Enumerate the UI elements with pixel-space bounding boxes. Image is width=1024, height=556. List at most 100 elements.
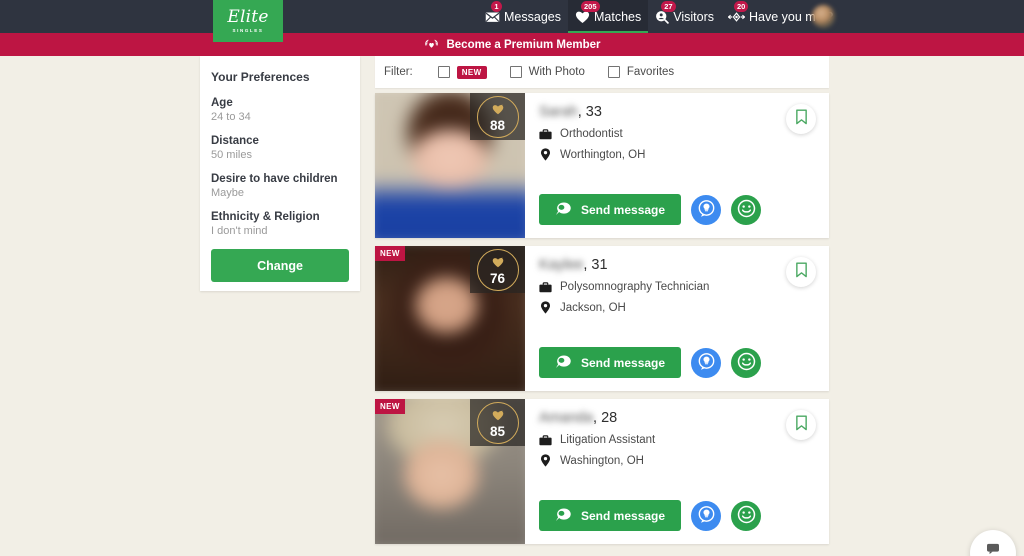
match-score-value: 88 <box>489 117 506 133</box>
briefcase-icon <box>539 128 552 140</box>
lightbulb-bubble-icon <box>697 505 716 527</box>
nav-item-visitors[interactable]: 27 Visitors <box>648 0 721 33</box>
profile-photo[interactable]: NEW 76 <box>375 246 525 391</box>
profile-name: Amanda <box>539 410 594 426</box>
send-message-button[interactable]: Send message <box>539 500 682 531</box>
profile-age-value: 33 <box>585 104 602 120</box>
icebreaker-button[interactable] <box>691 194 722 225</box>
chat-widget-button[interactable] <box>970 530 1016 556</box>
smiley-icon <box>737 352 756 374</box>
profile-location: Jackson, OH <box>560 301 626 314</box>
send-message-label: Send message <box>581 355 666 370</box>
card-actions: Send message <box>539 347 762 378</box>
chat-icon <box>986 542 1000 556</box>
main-navigation: 1 Messages 205 Matches 27 Visitors 20 Ha… <box>478 0 840 33</box>
site-logo[interactable]: Elite SINGLES <box>213 0 283 42</box>
profile-name-row: Sarah , 33 <box>539 104 815 120</box>
location-pin-icon <box>539 148 552 161</box>
profile-name-row: Amanda , 28 <box>539 410 815 426</box>
logo-wordmark: Elite <box>227 7 269 27</box>
matches-badge: 205 <box>580 1 600 12</box>
send-message-button[interactable]: Send message <box>539 347 682 378</box>
card-actions: Send message <box>539 194 762 225</box>
match-score-badge: 88 <box>470 93 525 140</box>
checkbox-favorites[interactable] <box>607 66 620 78</box>
nav-item-matches[interactable]: 205 Matches <box>567 0 649 33</box>
profile-photo[interactable]: NEW 85 <box>375 399 525 544</box>
preference-distance: Distance 50 miles <box>211 135 349 161</box>
bookmark-button[interactable] <box>786 257 816 287</box>
profile-job-row: Polysomnography Technician <box>539 281 815 293</box>
change-preferences-button[interactable]: Change <box>211 249 349 282</box>
match-card[interactable]: NEW 76 Kaylee , 31 Polysomnography Techn… <box>375 246 829 391</box>
nav-item-messages[interactable]: 1 Messages <box>478 0 568 33</box>
bookmark-icon <box>795 262 808 283</box>
profile-info: Sarah , 33 Orthodontist Worthington, OH … <box>525 93 829 238</box>
smile-button[interactable] <box>731 194 762 225</box>
preference-label: Distance <box>211 135 259 147</box>
nav-label-matches: Matches <box>593 9 642 24</box>
send-message-button[interactable]: Send message <box>539 194 682 225</box>
filter-bar: Filter: NEW With Photo Favorites <box>375 56 829 88</box>
profile-age: , 33 <box>577 104 602 120</box>
smile-button[interactable] <box>731 500 762 531</box>
profile-photo[interactable]: 88 <box>375 93 525 238</box>
briefcase-icon <box>539 281 552 293</box>
smiley-icon <box>737 505 756 527</box>
page-body: Your Preferences Age 24 to 34 Distance 5… <box>0 56 1024 556</box>
match-card[interactable]: NEW 85 Amanda , 28 Litigation Assistant … <box>375 399 829 544</box>
speech-bubble-icon <box>555 507 572 525</box>
preference-value: Maybe <box>211 187 245 199</box>
laurel-heart-icon <box>423 37 440 53</box>
premium-banner[interactable]: Become a Premium Member <box>0 33 1024 56</box>
profile-location-row: Jackson, OH <box>539 301 815 314</box>
logo-subtitle: SINGLES <box>232 28 264 33</box>
new-badge: NEW <box>375 246 405 261</box>
bookmark-icon <box>795 109 808 130</box>
profile-location-row: Washington, OH <box>539 454 815 467</box>
send-message-label: Send message <box>581 202 666 217</box>
checkbox-new[interactable] <box>437 66 450 78</box>
match-card[interactable]: 88 Sarah , 33 Orthodontist Worthington, … <box>375 93 829 238</box>
sidebar-column: Your Preferences Age 24 to 34 Distance 5… <box>0 56 375 556</box>
lightbulb-bubble-icon <box>697 199 716 221</box>
profile-age: , 31 <box>583 257 608 273</box>
preference-label: Desire to have children <box>211 173 338 185</box>
new-badge: NEW <box>375 399 405 414</box>
profile-info: Kaylee , 31 Polysomnography Technician J… <box>525 246 829 391</box>
have-you-met-badge: 20 <box>734 1 749 12</box>
icebreaker-button[interactable] <box>691 347 722 378</box>
profile-job: Litigation Assistant <box>560 434 656 446</box>
profile-location: Washington, OH <box>560 454 644 467</box>
preference-label: Age <box>211 97 233 109</box>
bookmark-button[interactable] <box>786 410 816 440</box>
checkbox-with-photo[interactable] <box>509 66 522 78</box>
profile-age-value: 28 <box>601 410 618 426</box>
icebreaker-button[interactable] <box>691 500 722 531</box>
bookmark-icon <box>795 415 808 436</box>
profile-info: Amanda , 28 Litigation Assistant Washing… <box>525 399 829 544</box>
preference-children: Desire to have children Maybe <box>211 173 349 199</box>
filter-option-with-photo[interactable]: With Photo <box>509 66 585 78</box>
profile-name: Sarah <box>539 104 578 120</box>
bookmark-button[interactable] <box>786 104 816 134</box>
filter-option-new[interactable]: NEW <box>437 65 487 79</box>
match-score-badge: 85 <box>470 399 525 446</box>
preference-value: 50 miles <box>211 149 252 161</box>
user-avatar[interactable] <box>812 5 835 28</box>
preference-value: I don't mind <box>211 225 268 237</box>
profile-job-row: Litigation Assistant <box>539 434 815 446</box>
new-pill-label: NEW <box>456 65 487 79</box>
top-header: Elite SINGLES 1 Messages 205 Matches 27 … <box>0 0 1024 42</box>
nav-label-visitors: Visitors <box>673 9 714 24</box>
card-actions: Send message <box>539 500 762 531</box>
smile-button[interactable] <box>731 347 762 378</box>
envelope-icon <box>485 11 500 23</box>
crosshair-icon <box>728 11 745 23</box>
match-score-value: 85 <box>489 423 506 439</box>
filter-option-favorites[interactable]: Favorites <box>607 66 674 78</box>
location-pin-icon <box>539 454 552 467</box>
preference-value: 24 to 34 <box>211 111 251 123</box>
profile-location: Worthington, OH <box>560 148 646 161</box>
profile-location-row: Worthington, OH <box>539 148 815 161</box>
